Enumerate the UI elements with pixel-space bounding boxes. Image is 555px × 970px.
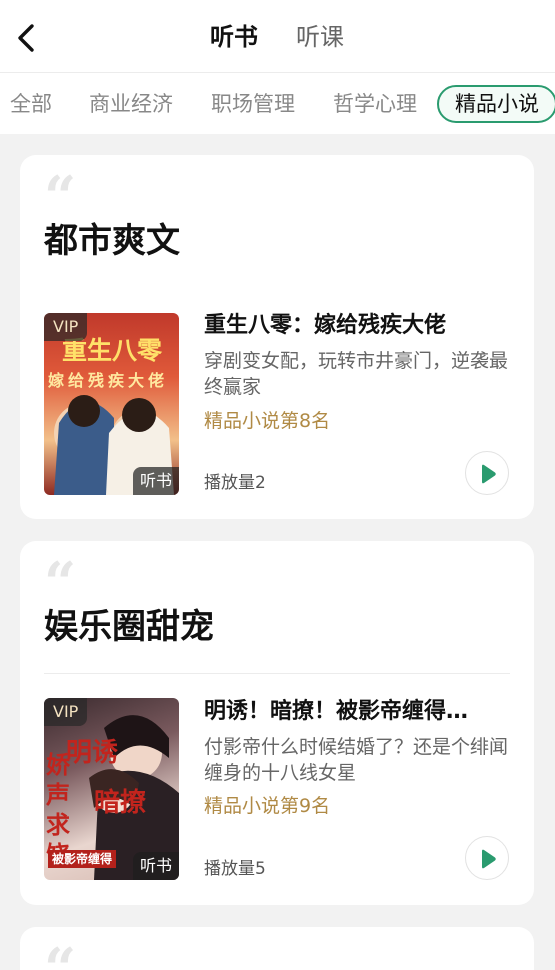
category-workplace[interactable]: 职场管理 [211, 88, 295, 120]
category-novels[interactable]: 精品小说 [437, 85, 555, 123]
vip-badge: VIP [44, 313, 88, 341]
book-description: 穿剧变女配，玩转市井豪门，逆袭最终赢家 [204, 350, 509, 398]
category-all[interactable]: 全部 [10, 88, 52, 120]
tab-listen-books[interactable]: 听书 [210, 20, 258, 54]
book-cover[interactable]: 重生八零 嫁给残疾大佬 VIP 听书 [44, 313, 179, 495]
category-business[interactable]: 商业经济 [89, 88, 173, 120]
quote-icon: “ [44, 936, 77, 970]
recommendation-card: “ 娱乐圈甜宠 明诱 暗撩 娇声求饶 被影帝缠得 VIP 听书 明诱！暗撩！被影… [20, 541, 534, 905]
book-rank: 精品小说第9名 [204, 795, 331, 817]
play-icon [482, 464, 496, 484]
section-title: 娱乐圈甜宠 [44, 607, 214, 647]
divider [44, 673, 510, 674]
book-description: 付影帝什么时候结婚了？还是个绯闻缠身的十八线女星 [204, 736, 509, 784]
vip-badge: VIP [44, 698, 88, 726]
tab-listen-courses[interactable]: 听课 [296, 20, 344, 54]
audiobook-tag: 听书 [132, 852, 179, 880]
book-title[interactable]: 明诱！暗撩！被影帝缠得… [204, 697, 504, 727]
recommendation-card: “ 都市爽文 重生八零 嫁给残疾大佬 VIP 听书 重生八零：嫁给残疾大佬 穿剧… [20, 155, 534, 519]
play-count: 播放量2 [204, 473, 266, 493]
book-cover[interactable]: 明诱 暗撩 娇声求饶 被影帝缠得 VIP 听书 [44, 698, 179, 880]
top-bar: 听书 听课 [0, 0, 555, 72]
play-count: 播放量5 [204, 859, 266, 879]
book-rank: 精品小说第8名 [204, 410, 331, 432]
category-philosophy[interactable]: 哲学心理 [333, 88, 417, 120]
play-button[interactable] [465, 836, 509, 880]
category-tabs: 全部 商业经济 职场管理 哲学心理 精品小说 [0, 72, 555, 134]
recommendation-card: “ [20, 927, 534, 970]
section-title: 都市爽文 [44, 221, 180, 261]
audiobook-tag: 听书 [132, 467, 179, 495]
play-button[interactable] [465, 451, 509, 495]
chevron-left-icon[interactable] [12, 20, 42, 56]
book-title[interactable]: 重生八零：嫁给残疾大佬 [204, 311, 504, 341]
play-icon [482, 849, 496, 869]
quote-icon: “ [44, 550, 77, 616]
quote-icon: “ [44, 164, 77, 230]
